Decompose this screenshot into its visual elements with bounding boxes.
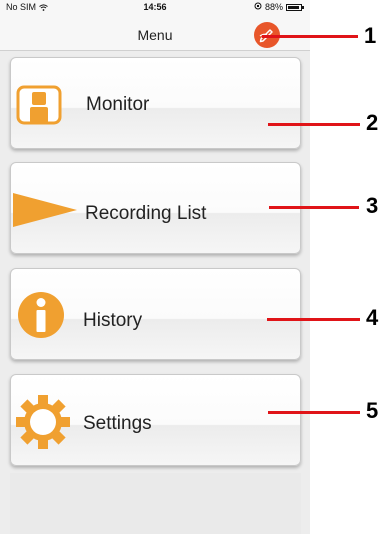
recording-list-button[interactable]: Recording List: [10, 162, 301, 254]
play-triangle-icon: [13, 193, 79, 232]
history-button[interactable]: History: [10, 268, 301, 360]
menu-label-history: History: [83, 310, 143, 331]
callout-number-2: 2: [366, 110, 379, 135]
callout-line-2: [268, 123, 360, 126]
empty-area: [10, 473, 301, 534]
gear-icon: [15, 394, 71, 455]
person-icon: [16, 85, 62, 130]
callout-line-4: [267, 318, 360, 321]
battery-status: 88%: [254, 2, 304, 12]
menu-label-recording-list: Recording List: [85, 203, 207, 224]
callout-number-1: 1: [364, 23, 377, 48]
callout-number-4: 4: [366, 305, 379, 330]
callout-line-5: [268, 411, 360, 414]
callout-number-3: 3: [366, 193, 379, 218]
battery-percent: 88%: [264, 2, 283, 12]
info-icon: [17, 291, 65, 344]
callout-line-1: [262, 35, 358, 38]
phone-screen: No SIM 14:56 88% Menu Monitor Recording …: [0, 0, 310, 534]
battery-icon: [286, 3, 304, 11]
status-bar: No SIM 14:56 88%: [0, 0, 310, 20]
monitor-button[interactable]: Monitor: [10, 57, 301, 149]
menu-label-settings: Settings: [83, 413, 152, 434]
orientation-lock-icon: [254, 2, 262, 12]
callout-number-5: 5: [366, 398, 379, 423]
settings-button[interactable]: Settings: [10, 374, 301, 466]
callout-line-3: [269, 206, 359, 209]
battery-fill: [288, 5, 299, 9]
menu-label-monitor: Monitor: [86, 94, 150, 115]
